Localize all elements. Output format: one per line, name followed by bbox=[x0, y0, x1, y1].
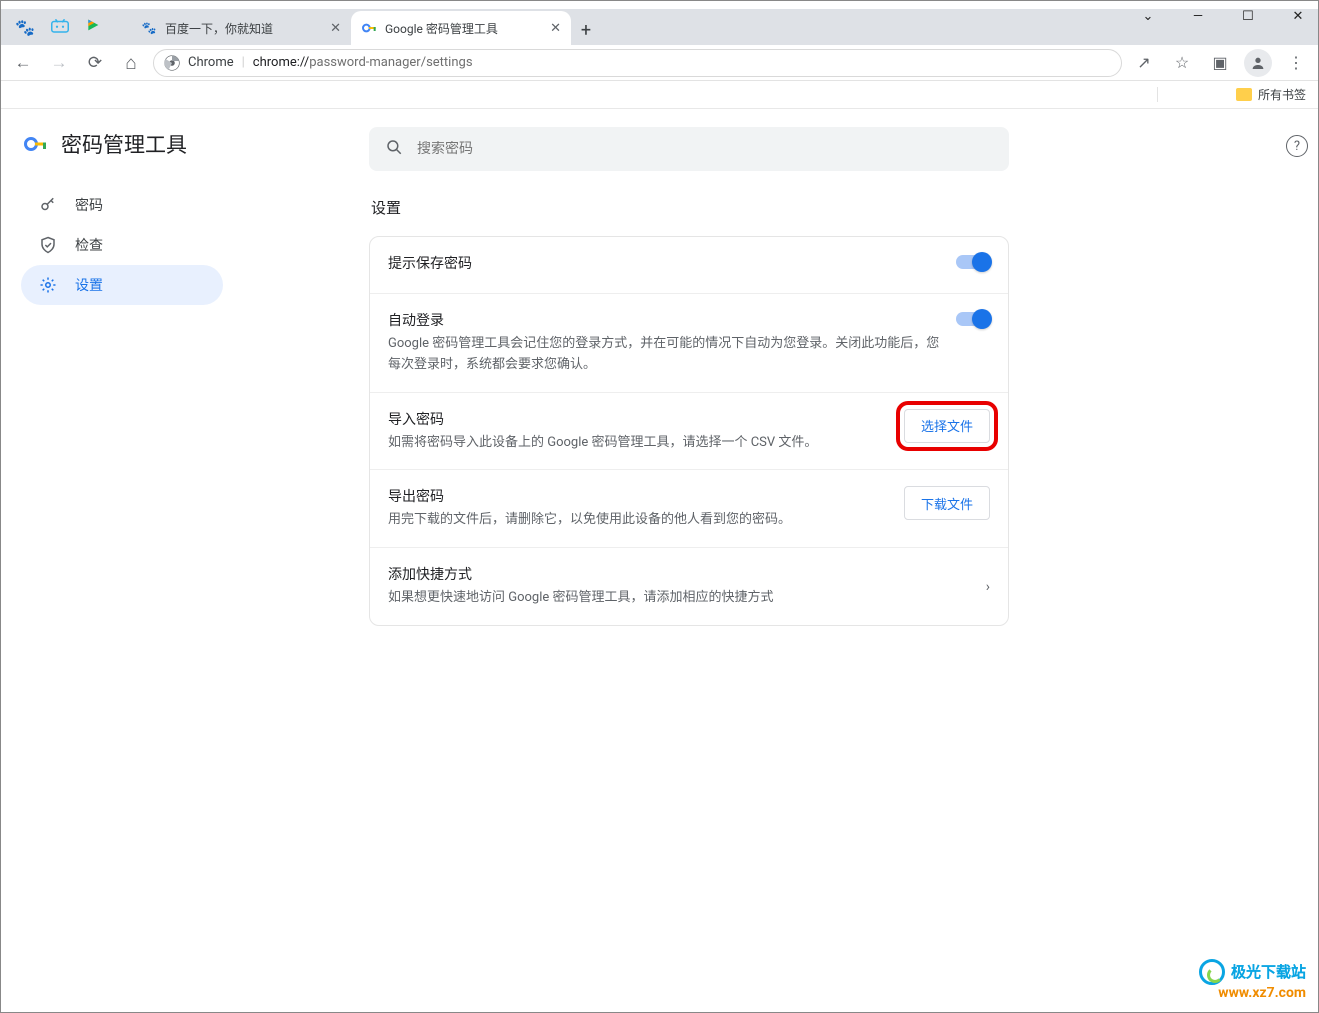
row-desc: 如需将密码导入此设备上的 Google 密码管理工具，请选择一个 CSV 文件。 bbox=[388, 433, 888, 454]
sidebar-item-label: 设置 bbox=[75, 275, 103, 295]
window-minimize-icon[interactable]: — bbox=[1184, 5, 1212, 27]
omnibox[interactable]: Chrome | chrome://password-manager/setti… bbox=[153, 49, 1122, 77]
side-panel-icon[interactable]: ▣ bbox=[1206, 49, 1234, 77]
share-icon[interactable]: ↗ bbox=[1130, 49, 1158, 77]
new-tab-button[interactable]: + bbox=[571, 15, 601, 45]
url-security-label: Chrome bbox=[188, 55, 234, 70]
help-icon[interactable]: ? bbox=[1286, 135, 1308, 157]
window-controls: ⌄ — ☐ ✕ bbox=[1134, 5, 1312, 27]
brand-row: 密码管理工具 bbox=[21, 129, 361, 159]
search-input-wrap[interactable] bbox=[369, 127, 1009, 171]
close-tab-icon[interactable]: ✕ bbox=[330, 21, 341, 36]
watermark: 极光下载站 www.xz7.com bbox=[1199, 959, 1306, 1002]
app-icon-bilibili[interactable] bbox=[51, 18, 69, 37]
key-icon bbox=[39, 196, 57, 214]
url-separator: | bbox=[242, 55, 245, 70]
toggle-auto-login[interactable] bbox=[956, 312, 990, 326]
row-title: 导出密码 bbox=[388, 486, 888, 506]
download-file-button[interactable]: 下载文件 bbox=[904, 486, 990, 520]
settings-card: 提示保存密码 自动登录 Google 密码管理工具会记住您的登录方式，并在可能的… bbox=[369, 236, 1009, 626]
back-button[interactable]: ← bbox=[9, 49, 37, 77]
row-save-prompt: 提示保存密码 bbox=[370, 237, 1008, 294]
app-icon-tencent-video[interactable] bbox=[85, 17, 101, 37]
home-button[interactable]: ⌂ bbox=[117, 49, 145, 77]
search-icon bbox=[385, 138, 403, 160]
row-desc: 用完下载的文件后，请删除它，以免使用此设备的他人看到您的密码。 bbox=[388, 510, 888, 531]
sidebar-item-passwords[interactable]: 密码 bbox=[21, 185, 223, 225]
section-title: 设置 bbox=[371, 197, 1262, 218]
toggle-save-prompt[interactable] bbox=[956, 255, 990, 269]
row-auto-login: 自动登录 Google 密码管理工具会记住您的登录方式，并在可能的情况下自动为您… bbox=[370, 294, 1008, 393]
content-area: 密码管理工具 密码 检查 设置 ? bbox=[1, 109, 1318, 1012]
sidebar-item-checkup[interactable]: 检查 bbox=[21, 225, 223, 265]
tab-label: 百度一下，你就知道 bbox=[165, 20, 273, 37]
chrome-icon bbox=[164, 55, 180, 71]
folder-icon bbox=[1236, 88, 1252, 101]
all-bookmarks-link[interactable]: 所有书签 bbox=[1258, 86, 1306, 103]
app-icon-baidu[interactable]: 🐾 bbox=[15, 18, 35, 37]
url-path: password-manager/settings bbox=[309, 55, 472, 70]
shield-check-icon bbox=[39, 236, 57, 254]
tab-google-passwords[interactable]: Google 密码管理工具 ✕ bbox=[351, 11, 571, 45]
sidebar: 密码管理工具 密码 检查 设置 bbox=[1, 109, 369, 1012]
tab-strip: 🐾 百度一下，你就知道 ✕ Google 密码管理工具 ✕ + bbox=[1, 9, 1318, 45]
row-import-passwords: 导入密码 如需将密码导入此设备上的 Google 密码管理工具，请选择一个 CS… bbox=[370, 393, 1008, 471]
watermark-text2: www.xz7.com bbox=[1199, 985, 1306, 1002]
row-export-passwords: 导出密码 用完下载的文件后，请删除它，以免使用此设备的他人看到您的密码。 下载文… bbox=[370, 470, 1008, 548]
tab-label: Google 密码管理工具 bbox=[385, 20, 498, 37]
sidebar-item-settings[interactable]: 设置 bbox=[21, 265, 223, 305]
gear-icon bbox=[39, 276, 57, 294]
bm-separator bbox=[1157, 87, 1158, 102]
row-add-shortcut[interactable]: 添加快捷方式 如果想更快速地访问 Google 密码管理工具，请添加相应的快捷方… bbox=[370, 548, 1008, 625]
forward-button[interactable]: → bbox=[45, 49, 73, 77]
window-maximize-icon[interactable]: ☐ bbox=[1234, 5, 1262, 27]
window-chevron-icon[interactable]: ⌄ bbox=[1134, 5, 1162, 27]
url-host: chrome:// bbox=[253, 55, 309, 70]
row-title: 自动登录 bbox=[388, 310, 940, 330]
main-panel: ? 设置 提示保存密码 自动登录 Google 密码管理工具会记住您的登录方式，… bbox=[369, 109, 1318, 1012]
row-desc: Google 密码管理工具会记住您的登录方式，并在可能的情况下自动为您登录。关闭… bbox=[388, 334, 940, 376]
row-title: 提示保存密码 bbox=[388, 253, 940, 273]
sidebar-item-label: 检查 bbox=[75, 235, 103, 255]
window-close-icon[interactable]: ✕ bbox=[1284, 5, 1312, 27]
row-desc: 如果想更快速地访问 Google 密码管理工具，请添加相应的快捷方式 bbox=[388, 588, 970, 609]
row-title: 添加快捷方式 bbox=[388, 564, 970, 584]
sidebar-item-label: 密码 bbox=[75, 195, 103, 215]
bookmarks-bar: 所有书签 bbox=[1, 81, 1318, 109]
chevron-right-icon: › bbox=[986, 579, 990, 595]
google-key-favicon-icon bbox=[361, 20, 377, 36]
reload-button[interactable]: ⟳ bbox=[81, 49, 109, 77]
page-title: 密码管理工具 bbox=[61, 129, 187, 159]
tab-baidu[interactable]: 🐾 百度一下，你就知道 ✕ bbox=[131, 11, 351, 45]
brand-key-icon bbox=[23, 132, 47, 156]
close-tab-icon[interactable]: ✕ bbox=[550, 21, 561, 36]
search-input[interactable] bbox=[417, 141, 993, 157]
choose-file-button[interactable]: 选择文件 bbox=[904, 409, 990, 443]
baidu-favicon-icon: 🐾 bbox=[141, 20, 157, 36]
address-bar-row: ← → ⟳ ⌂ Chrome | chrome://password-manag… bbox=[1, 45, 1318, 81]
row-title: 导入密码 bbox=[388, 409, 888, 429]
watermark-text1: 极光下载站 bbox=[1231, 963, 1306, 981]
profile-avatar-icon[interactable] bbox=[1244, 49, 1272, 77]
kebab-menu-icon[interactable]: ⋮ bbox=[1282, 49, 1310, 77]
bookmark-star-icon[interactable]: ☆ bbox=[1168, 49, 1196, 77]
swirl-logo-icon bbox=[1199, 959, 1225, 985]
